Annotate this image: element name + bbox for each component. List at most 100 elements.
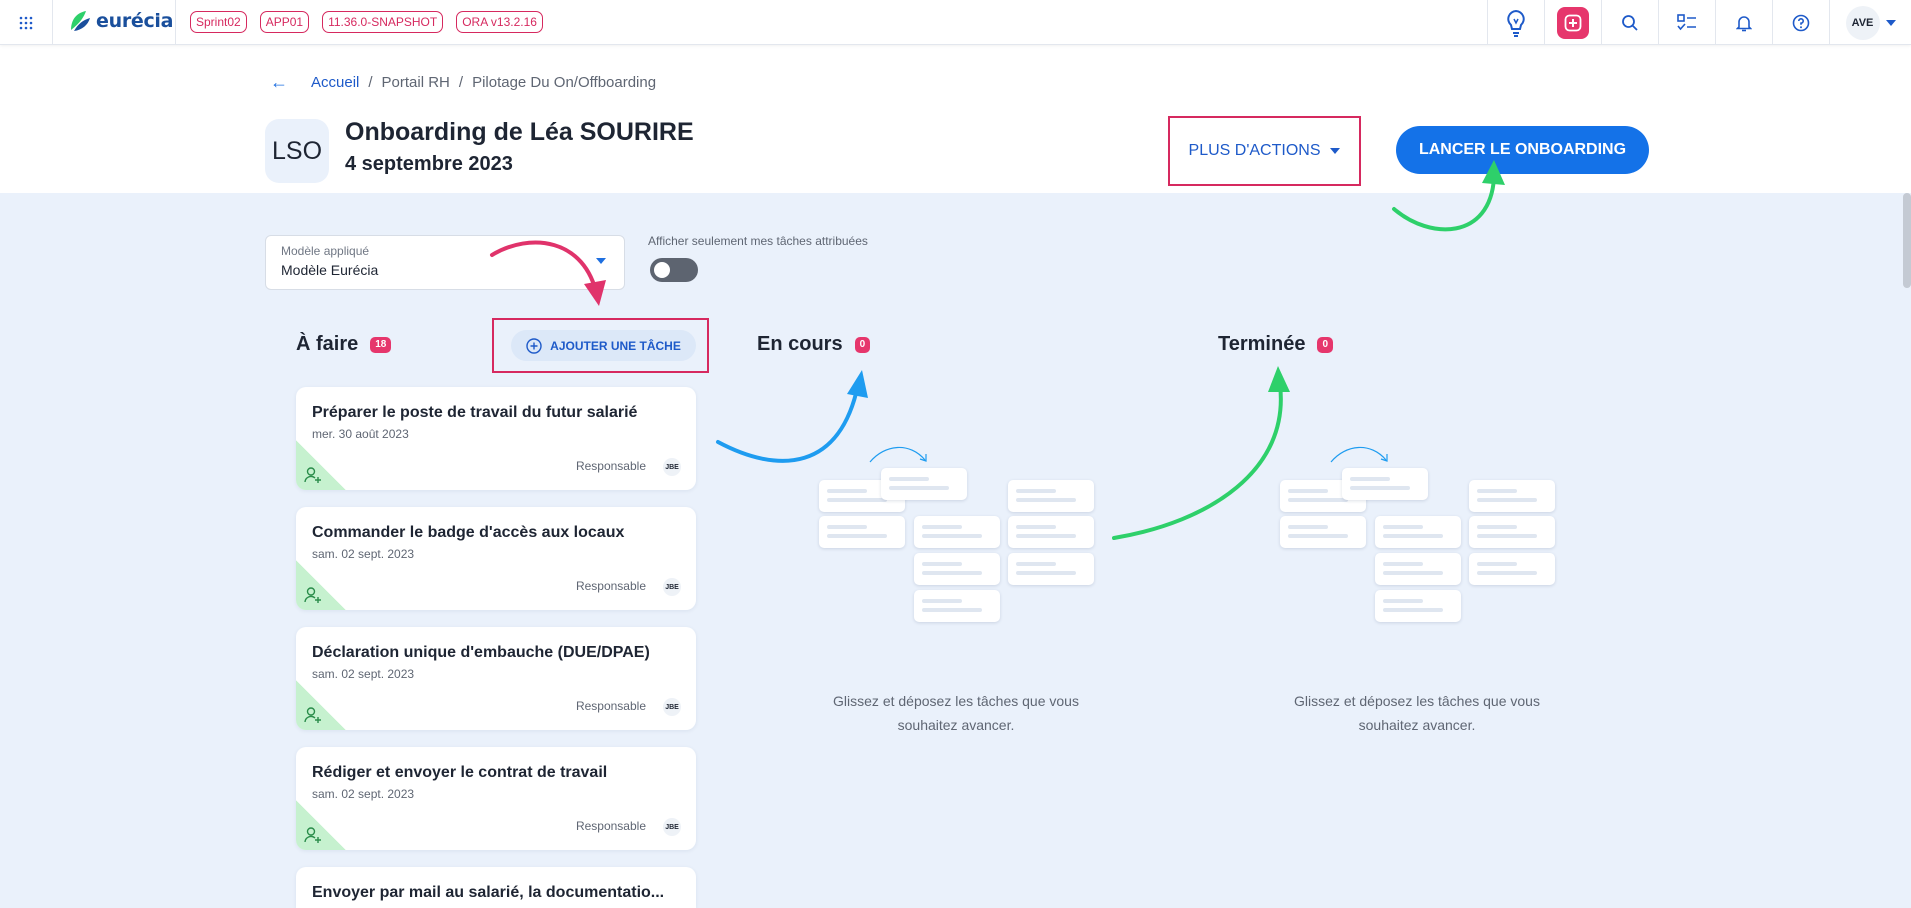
- back-arrow-icon[interactable]: ←: [270, 72, 288, 93]
- column-done-title: Terminée: [1218, 333, 1306, 355]
- task-role: Responsable: [575, 699, 646, 713]
- env-tag-ora: ORA v13.2.16: [456, 11, 543, 33]
- column-todo-count: 18: [370, 336, 392, 353]
- env-tags: Sprint02 APP01 11.36.0-SNAPSHOT ORA v13.…: [190, 11, 543, 33]
- task-card[interactable]: Rédiger et envoyer le contrat de travail…: [296, 747, 696, 850]
- column-done-header: Terminée 0: [1218, 333, 1334, 356]
- logo-text: eurécia: [96, 10, 174, 32]
- app-grid-icon[interactable]: [0, 0, 53, 45]
- search-icon: [1622, 14, 1638, 31]
- assign-user-icon[interactable]: [304, 706, 322, 724]
- task-assignee-avatar: JBE: [663, 578, 681, 596]
- mini-card: [1469, 553, 1555, 585]
- mini-card: [1469, 480, 1555, 512]
- breadcrumb: ← Accueil / Portail RH / Pilotage Du On/…: [270, 72, 656, 93]
- tasks-icon: [1677, 13, 1696, 30]
- more-actions-button[interactable]: PLUS D'ACTIONS: [1168, 116, 1361, 186]
- curved-arrow-icon: [1330, 446, 1388, 463]
- logo[interactable]: eurécia: [68, 9, 173, 33]
- avatar: AVE: [1845, 5, 1880, 40]
- mini-card: [1280, 516, 1366, 548]
- empty-done-text: Glissez et déposez les tâches que vous s…: [1294, 693, 1540, 733]
- mini-card: [881, 468, 967, 500]
- mini-card: [1342, 468, 1428, 500]
- page-title: Onboarding de Léa SOURIRE: [345, 118, 694, 146]
- task-card[interactable]: Déclaration unique d'embauche (DUE/DPAE)…: [296, 627, 696, 730]
- caret-down-icon: [1330, 148, 1341, 154]
- caret-down-icon: [596, 258, 606, 264]
- add-task-label: AJOUTER UNE TÂCHE: [550, 338, 681, 353]
- task-title: Déclaration unique d'embauche (DUE/DPAE): [312, 644, 650, 661]
- breadcrumb-portal[interactable]: Portail RH: [382, 74, 450, 91]
- user-menu[interactable]: AVE: [1829, 0, 1911, 45]
- help-icon: [1792, 14, 1810, 31]
- my-tasks-toggle[interactable]: [650, 258, 698, 282]
- help-button[interactable]: [1772, 0, 1829, 45]
- add-button[interactable]: [1544, 0, 1601, 45]
- lightbulb-icon: [1507, 9, 1525, 37]
- empty-illustration: [815, 440, 1115, 622]
- mini-card: [1469, 516, 1555, 548]
- env-tag-app: APP01: [259, 11, 310, 33]
- mini-card: [819, 516, 905, 548]
- breadcrumb-current: Pilotage Du On/Offboarding: [472, 74, 657, 91]
- model-select-value: Modèle Eurécia: [281, 262, 379, 278]
- breadcrumb-separator: /: [368, 74, 373, 91]
- model-select-label: Modèle appliqué: [281, 244, 370, 258]
- empty-in-progress-text: Glissez et déposez les tâches que vous s…: [833, 693, 1079, 733]
- task-title: Envoyer par mail au salarié, la document…: [312, 884, 665, 901]
- toggle-label: Afficher seulement mes tâches attribuées: [648, 234, 868, 248]
- mini-card: [1375, 590, 1461, 622]
- task-card[interactable]: Envoyer par mail au salarié, la document…: [296, 867, 696, 908]
- task-card[interactable]: Commander le badge d'accès aux locaux sa…: [296, 507, 696, 610]
- toggle-knob: [654, 262, 670, 278]
- breadcrumb-home[interactable]: Accueil: [311, 74, 359, 91]
- column-todo-title: À faire: [296, 333, 359, 355]
- task-assignee-avatar: JBE: [663, 698, 681, 716]
- task-title: Préparer le poste de travail du futur sa…: [312, 404, 638, 421]
- env-tag-version: 11.36.0-SNAPSHOT: [322, 11, 444, 33]
- task-card[interactable]: Préparer le poste de travail du futur sa…: [296, 387, 696, 490]
- add-task-button[interactable]: AJOUTER UNE TÂCHE: [511, 330, 696, 361]
- env-tag-sprint: Sprint02: [190, 11, 247, 33]
- task-title: Commander le badge d'accès aux locaux: [312, 524, 625, 541]
- curved-arrow-icon: [869, 446, 927, 463]
- green-annotation-arrow: [1112, 366, 1290, 540]
- task-date: sam. 02 sept. 2023: [312, 547, 415, 561]
- mini-card: [1008, 516, 1094, 548]
- page-scrollbar[interactable]: [1903, 193, 1911, 288]
- assign-user-icon[interactable]: [304, 466, 322, 484]
- plus-circle-icon: [526, 337, 542, 354]
- mini-card: [914, 553, 1000, 585]
- empty-illustration: [1276, 440, 1576, 622]
- mini-card: [1375, 553, 1461, 585]
- task-assignee-avatar: JBE: [663, 818, 681, 836]
- task-date: mer. 30 août 2023: [312, 427, 409, 441]
- column-todo-header: À faire 18: [296, 333, 392, 356]
- mini-card: [914, 590, 1000, 622]
- assign-user-icon[interactable]: [304, 586, 322, 604]
- launch-onboarding-button[interactable]: LANCER LE ONBOARDING: [1396, 126, 1649, 174]
- task-date: sam. 02 sept. 2023: [312, 667, 415, 681]
- chevron-down-icon: [1885, 19, 1896, 26]
- employee-initials: LSO: [265, 119, 329, 183]
- task-assignee-avatar: JBE: [663, 458, 681, 476]
- assign-user-icon[interactable]: [304, 826, 322, 844]
- mini-card: [1375, 516, 1461, 548]
- bell-icon: [1736, 15, 1752, 31]
- search-button[interactable]: [1601, 0, 1658, 45]
- logo-leaf-icon: [71, 11, 90, 31]
- model-select[interactable]: Modèle appliqué Modèle Eurécia: [265, 235, 625, 290]
- more-actions-label: PLUS D'ACTIONS: [1188, 142, 1321, 159]
- onboarding-date: 4 septembre 2023: [345, 153, 513, 175]
- tasks-button[interactable]: [1658, 0, 1715, 45]
- mini-card: [1008, 553, 1094, 585]
- mini-card: [1008, 480, 1094, 512]
- task-date: sam. 02 sept. 2023: [312, 787, 415, 801]
- notifications-button[interactable]: [1715, 0, 1772, 45]
- lightbulb-button[interactable]: [1487, 0, 1544, 45]
- divider: [175, 0, 176, 45]
- task-title: Rédiger et envoyer le contrat de travail: [312, 764, 608, 781]
- breadcrumb-separator: /: [458, 74, 464, 91]
- column-in-progress-title: En cours: [757, 333, 843, 355]
